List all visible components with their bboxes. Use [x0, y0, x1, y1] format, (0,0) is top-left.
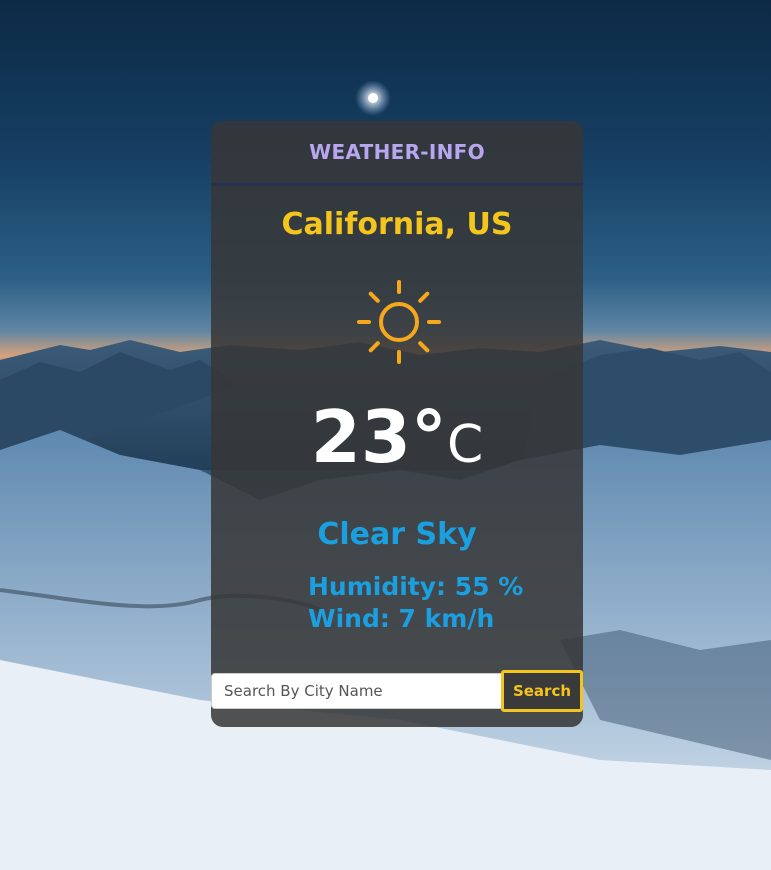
wind-text: Wind: 7 km/h — [308, 604, 495, 633]
weather-details: Humidity: 55 % Wind: 7 km/h — [308, 571, 523, 635]
temperature-unit: C — [446, 415, 484, 475]
temperature-value: 23° — [310, 395, 447, 479]
sun-icon — [355, 278, 443, 366]
search-button[interactable]: Search — [501, 670, 583, 712]
city-search-input[interactable] — [211, 673, 503, 709]
weather-card: WEATHER-INFO California, US 23°C Clear S… — [211, 121, 583, 727]
city-name: California, US — [281, 207, 513, 242]
temperature-display: 23°C — [211, 393, 583, 489]
search-bar: Search — [211, 670, 583, 712]
card-header: WEATHER-INFO — [211, 121, 583, 186]
humidity-text: Humidity: 55 % — [308, 572, 524, 601]
weather-condition: Clear Sky — [317, 517, 477, 552]
app-title: WEATHER-INFO — [309, 140, 485, 164]
